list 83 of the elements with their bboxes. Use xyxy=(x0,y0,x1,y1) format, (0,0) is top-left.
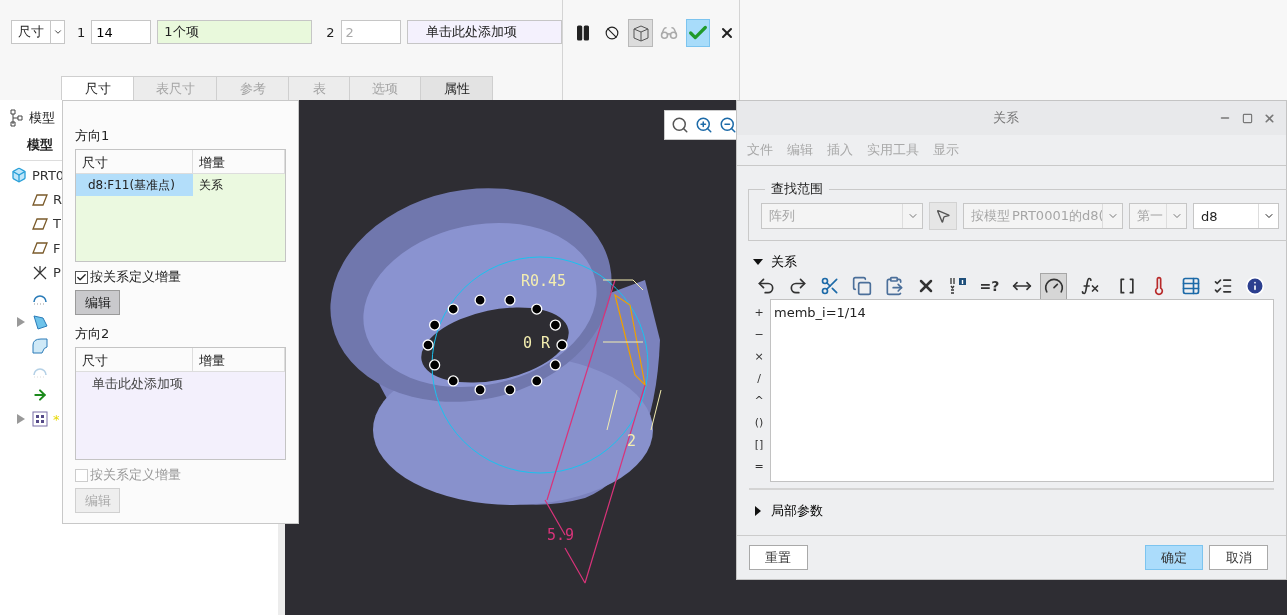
operator-button[interactable]: / xyxy=(750,367,768,389)
tree-item[interactable]: T xyxy=(53,216,61,232)
direction-collector[interactable]: 单击此处添加项 xyxy=(406,20,562,44)
glyph-tool[interactable]: =? xyxy=(976,272,1003,300)
copy-icon xyxy=(851,276,872,296)
add-item-hint[interactable]: 单击此处添加项 xyxy=(76,372,285,396)
table-icon xyxy=(1180,276,1201,296)
checkbox-label: 按关系定义增量 xyxy=(90,466,181,485)
caret-icon xyxy=(52,27,63,37)
zoom-in-icon[interactable] xyxy=(695,116,713,134)
triangle-icon xyxy=(753,257,763,267)
operator-button[interactable]: − xyxy=(750,323,768,345)
part-cube-icon xyxy=(11,167,27,184)
tree-item[interactable]: R xyxy=(53,192,63,208)
table-cell[interactable]: 关系 xyxy=(193,174,285,196)
local-parameters-toggle[interactable]: 局部参数 xyxy=(753,502,823,520)
table-cell[interactable]: d8:F11(基准点) xyxy=(76,174,194,196)
checkbox-label: 按关系定义增量 xyxy=(90,268,181,287)
operator-button[interactable]: + xyxy=(750,301,768,323)
model-prefix: 按模型 xyxy=(971,207,1010,225)
info-icon xyxy=(1244,276,1265,296)
dialog-title: 关系 xyxy=(991,109,1020,127)
dimension-label: R0.45 xyxy=(521,272,567,290)
wireframe-preview-icon xyxy=(630,23,651,43)
column-header: 增量 xyxy=(193,150,285,173)
preview-button[interactable] xyxy=(628,19,653,47)
operator-button[interactable]: () xyxy=(750,411,768,433)
column-header: 尺寸 xyxy=(76,150,194,173)
close-icon xyxy=(1262,111,1276,125)
operator-button[interactable]: × xyxy=(750,345,768,367)
section-title: 方向2 xyxy=(75,325,111,343)
zoom-out-icon[interactable] xyxy=(719,116,737,134)
function-icon xyxy=(1080,276,1100,296)
expand-arrow-icon[interactable] xyxy=(17,316,25,327)
glasses-icon xyxy=(660,24,679,42)
operator-button[interactable]: [] xyxy=(750,433,768,455)
member-count-field[interactable]: 2 xyxy=(340,20,401,44)
column-header: 增量 xyxy=(193,348,285,371)
tree-item[interactable]: F xyxy=(53,240,61,256)
dimension-label: 0 R xyxy=(523,334,551,352)
checkmark-icon xyxy=(76,271,87,283)
triangle-icon xyxy=(753,506,763,516)
member-count-field[interactable]: 14 xyxy=(91,20,152,44)
sensitivity-tool[interactable] xyxy=(1040,272,1067,300)
panel-tab[interactable]: 属性 xyxy=(420,76,493,100)
evaluate-glyph: =? xyxy=(979,278,1000,294)
dimension-dropdown[interactable]: d8 xyxy=(1193,203,1279,229)
no-entry-icon xyxy=(605,26,619,40)
dialog-button[interactable]: 重置 xyxy=(749,545,808,570)
checklist-icon xyxy=(1212,276,1233,296)
dimension-label: 5.9 xyxy=(547,526,575,544)
group-title: 查找范围 xyxy=(770,180,824,198)
tree-item[interactable]: P xyxy=(53,265,61,281)
maximize-icon xyxy=(1241,112,1253,124)
tab-title[interactable]: 模型 xyxy=(29,109,55,127)
operator-button[interactable]: ^ xyxy=(750,389,768,411)
relations-editor[interactable]: memb_i=1/14 xyxy=(770,299,1274,482)
column-header: 尺寸 xyxy=(76,348,194,371)
model-value: PRT0001的d8( xyxy=(1012,207,1102,225)
gauge-icon xyxy=(1043,276,1064,296)
dialog-button[interactable]: 取消 xyxy=(1209,545,1268,570)
panel-tab[interactable]: 尺寸 xyxy=(61,76,134,100)
expand-arrow-icon[interactable] xyxy=(17,414,25,425)
checkbox[interactable] xyxy=(75,270,88,284)
operator-button[interactable]: = xyxy=(750,455,768,477)
section-title: 方向1 xyxy=(75,127,111,145)
dimension-label: 2 xyxy=(627,432,637,450)
zoom-fit-icon[interactable] xyxy=(671,116,689,134)
pointer-icon xyxy=(935,208,951,224)
direction-label: 1 xyxy=(77,24,86,40)
select-button[interactable] xyxy=(929,202,957,230)
scissors-icon xyxy=(819,276,840,296)
dialog-button[interactable]: 确定 xyxy=(1144,545,1204,570)
relations-section-toggle[interactable]: 关系 xyxy=(753,253,797,271)
edit-button[interactable]: 编辑 xyxy=(75,290,120,315)
tree-title: 模型 xyxy=(27,136,53,154)
dimension-values-icon xyxy=(947,276,968,296)
tree-item[interactable]: PRT0 xyxy=(32,167,65,183)
tree-structure-icon xyxy=(9,109,23,127)
undo-icon xyxy=(755,276,776,296)
direction-label: 2 xyxy=(326,24,335,40)
direction-collector[interactable]: 1个项 xyxy=(157,20,313,44)
dimension-type-dropdown[interactable]: 尺寸 xyxy=(11,20,65,44)
